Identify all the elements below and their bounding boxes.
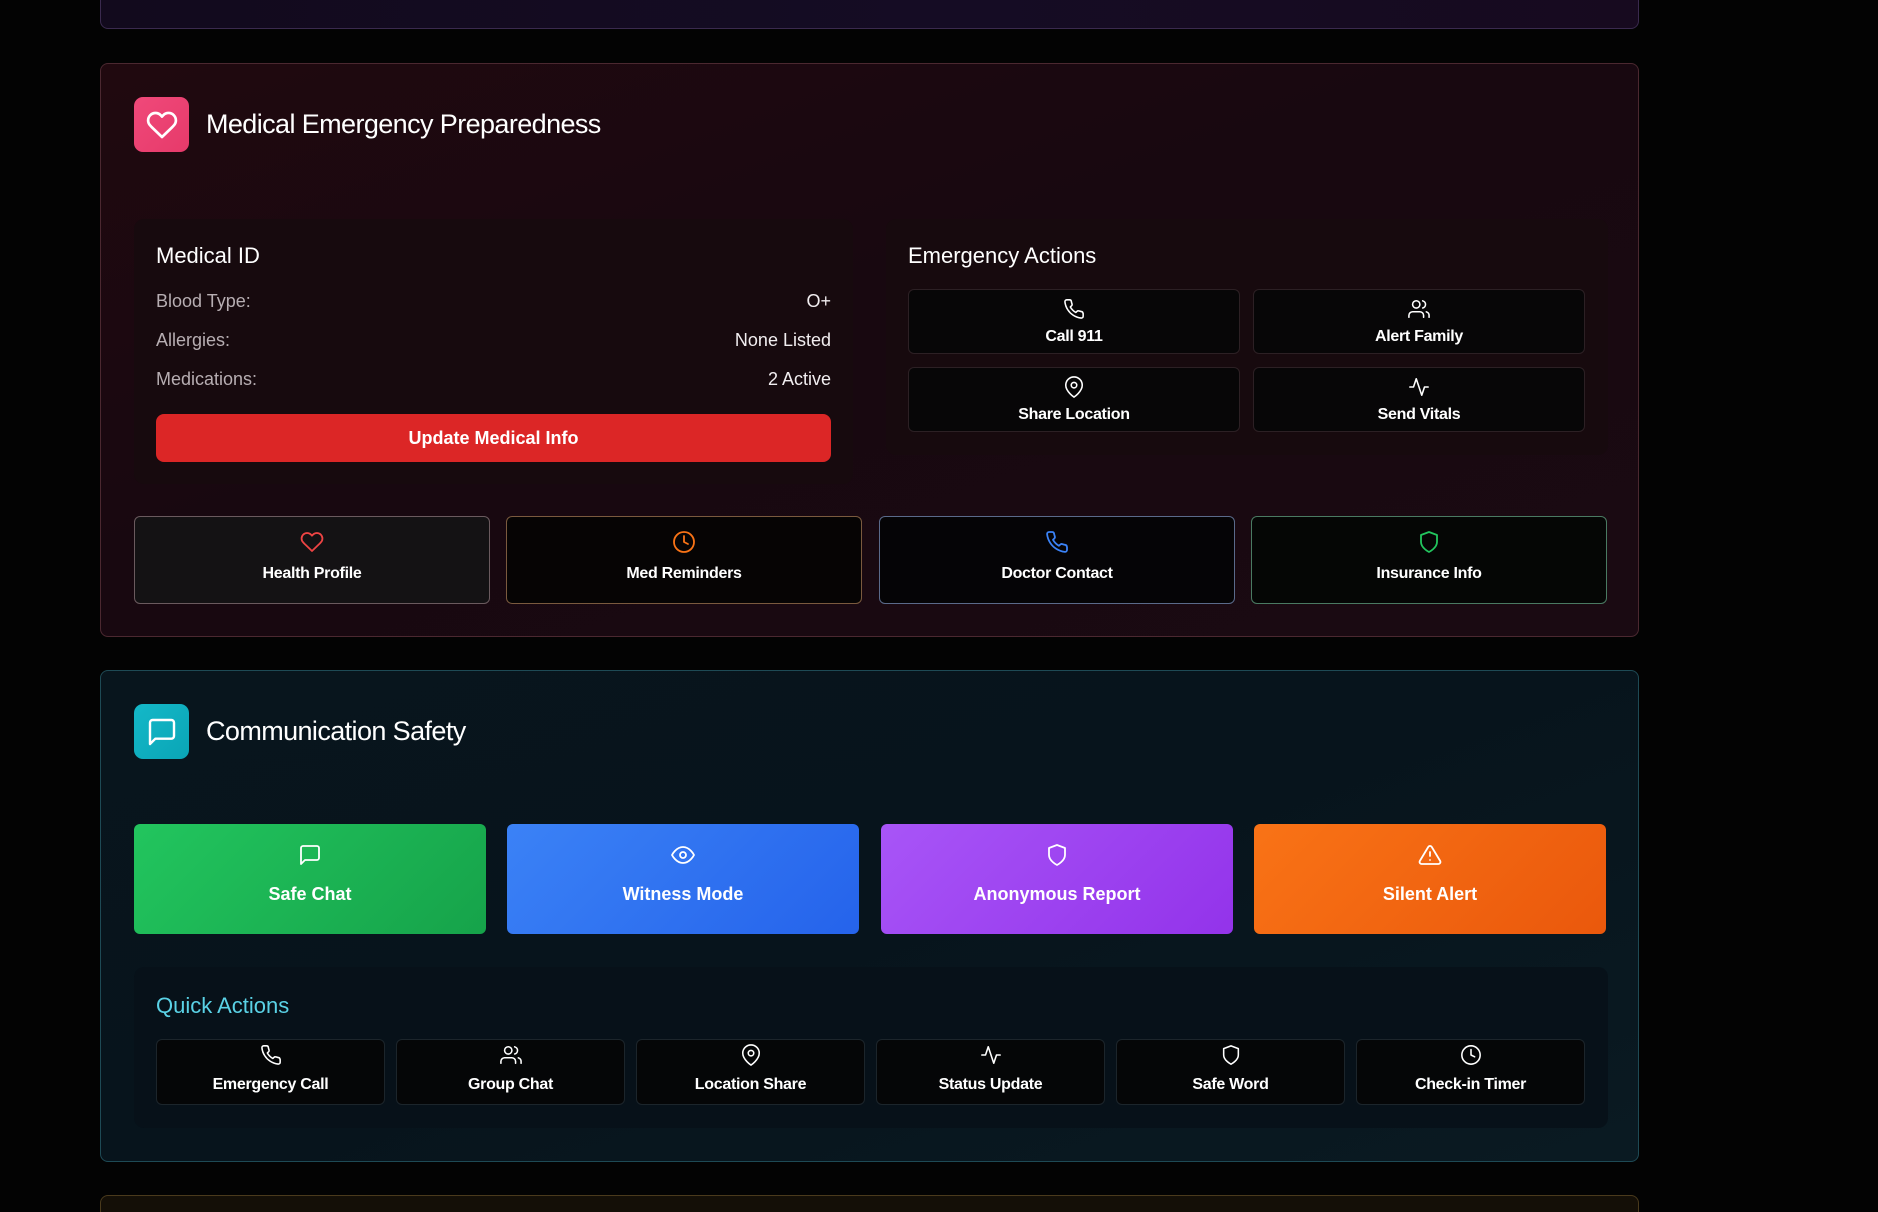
message-icon (298, 842, 322, 868)
safe-chat-button[interactable]: Safe Chat (134, 824, 486, 934)
shield-icon (1220, 1042, 1242, 1068)
alert-triangle-icon (1418, 842, 1442, 868)
emergency-actions-panel: Emergency Actions Call 911 Alert Family … (886, 219, 1608, 455)
emergency-actions-title: Emergency Actions (908, 243, 1097, 268)
map-pin-icon (1063, 374, 1085, 400)
field-label: Blood Type: (156, 291, 251, 311)
check-in-timer-button[interactable]: Check-in Timer (1356, 1039, 1585, 1105)
emergency-call-button[interactable]: Emergency Call (156, 1039, 385, 1105)
medical-id-panel: Medical ID Blood Type: O+ Allergies: Non… (134, 219, 853, 484)
previous-section-card (100, 0, 1639, 29)
witness-mode-button[interactable]: Witness Mode (507, 824, 859, 934)
phone-icon (260, 1042, 282, 1068)
shield-icon (1045, 842, 1069, 868)
activity-icon (1408, 374, 1430, 400)
page: Medical Emergency Preparedness Medical I… (0, 0, 1878, 1212)
button-label: Share Location (1018, 406, 1130, 423)
button-label: Check-in Timer (1414, 1076, 1527, 1093)
next-section-card (100, 1195, 1639, 1212)
medical-id-title: Medical ID (156, 243, 260, 268)
allergies-row: Allergies: None Listed (156, 330, 831, 351)
quick-actions-title: Quick Actions (156, 993, 290, 1018)
field-value: O+ (806, 291, 831, 311)
field-value: 2 Active (767, 369, 831, 389)
button-label: Safe Word (1192, 1076, 1269, 1093)
button-label: Location Share (694, 1076, 807, 1093)
field-value: None Listed (734, 330, 831, 350)
clock-icon (1460, 1042, 1482, 1068)
update-medical-info-button[interactable]: Update Medical Info (156, 414, 831, 462)
silent-alert-button[interactable]: Silent Alert (1254, 824, 1606, 934)
button-label: Status Update (938, 1076, 1043, 1093)
anonymous-report-button[interactable]: Anonymous Report (881, 824, 1233, 934)
call-911-button[interactable]: Call 911 (908, 289, 1240, 354)
button-label: Witness Mode (622, 884, 744, 904)
map-pin-icon (740, 1042, 762, 1068)
insurance-info-tile[interactable]: Insurance Info (1251, 516, 1607, 604)
message-icon (134, 704, 189, 759)
users-icon (499, 1042, 522, 1068)
location-share-button[interactable]: Location Share (636, 1039, 865, 1105)
clock-icon (672, 529, 696, 555)
eye-icon (671, 842, 695, 868)
blood-type-row: Blood Type: O+ (156, 291, 831, 312)
safe-word-button[interactable]: Safe Word (1116, 1039, 1345, 1105)
button-label: Safe Chat (268, 884, 352, 904)
tile-label: Med Reminders (626, 565, 742, 582)
activity-icon (980, 1042, 1002, 1068)
field-label: Medications: (156, 369, 258, 389)
alert-family-button[interactable]: Alert Family (1253, 289, 1585, 354)
button-label: Call 911 (1045, 328, 1103, 345)
heart-icon (300, 529, 324, 555)
section-header: Communication Safety (134, 704, 466, 759)
button-label: Emergency Call (212, 1076, 329, 1093)
button-label: Anonymous Report (973, 884, 1141, 904)
button-label: Alert Family (1375, 328, 1463, 345)
field-label: Allergies: (156, 330, 231, 350)
send-vitals-button[interactable]: Send Vitals (1253, 367, 1585, 432)
button-label: Send Vitals (1377, 406, 1461, 423)
phone-icon (1063, 296, 1085, 322)
health-profile-tile[interactable]: Health Profile (134, 516, 490, 604)
section-header: Medical Emergency Preparedness (134, 97, 601, 152)
medical-emergency-section: Medical Emergency Preparedness Medical I… (100, 63, 1639, 637)
tile-label: Doctor Contact (1001, 565, 1113, 582)
quick-actions-panel: Quick Actions Emergency Call Group Chat … (134, 967, 1608, 1128)
communication-safety-section: Communication Safety Safe Chat Witness M… (100, 670, 1639, 1162)
users-icon (1408, 296, 1430, 322)
share-location-button[interactable]: Share Location (908, 367, 1240, 432)
medications-row: Medications: 2 Active (156, 369, 831, 390)
button-label: Group Chat (468, 1076, 553, 1093)
doctor-contact-tile[interactable]: Doctor Contact (879, 516, 1235, 604)
med-reminders-tile[interactable]: Med Reminders (506, 516, 862, 604)
section-title: Medical Emergency Preparedness (206, 109, 601, 139)
tile-label: Insurance Info (1376, 565, 1482, 582)
status-update-button[interactable]: Status Update (876, 1039, 1105, 1105)
group-chat-button[interactable]: Group Chat (396, 1039, 625, 1105)
shield-icon (1417, 529, 1441, 555)
phone-icon (1045, 529, 1069, 555)
section-title: Communication Safety (206, 716, 466, 746)
button-label: Silent Alert (1382, 884, 1478, 904)
tile-label: Health Profile (262, 565, 362, 582)
heart-icon (134, 97, 189, 152)
